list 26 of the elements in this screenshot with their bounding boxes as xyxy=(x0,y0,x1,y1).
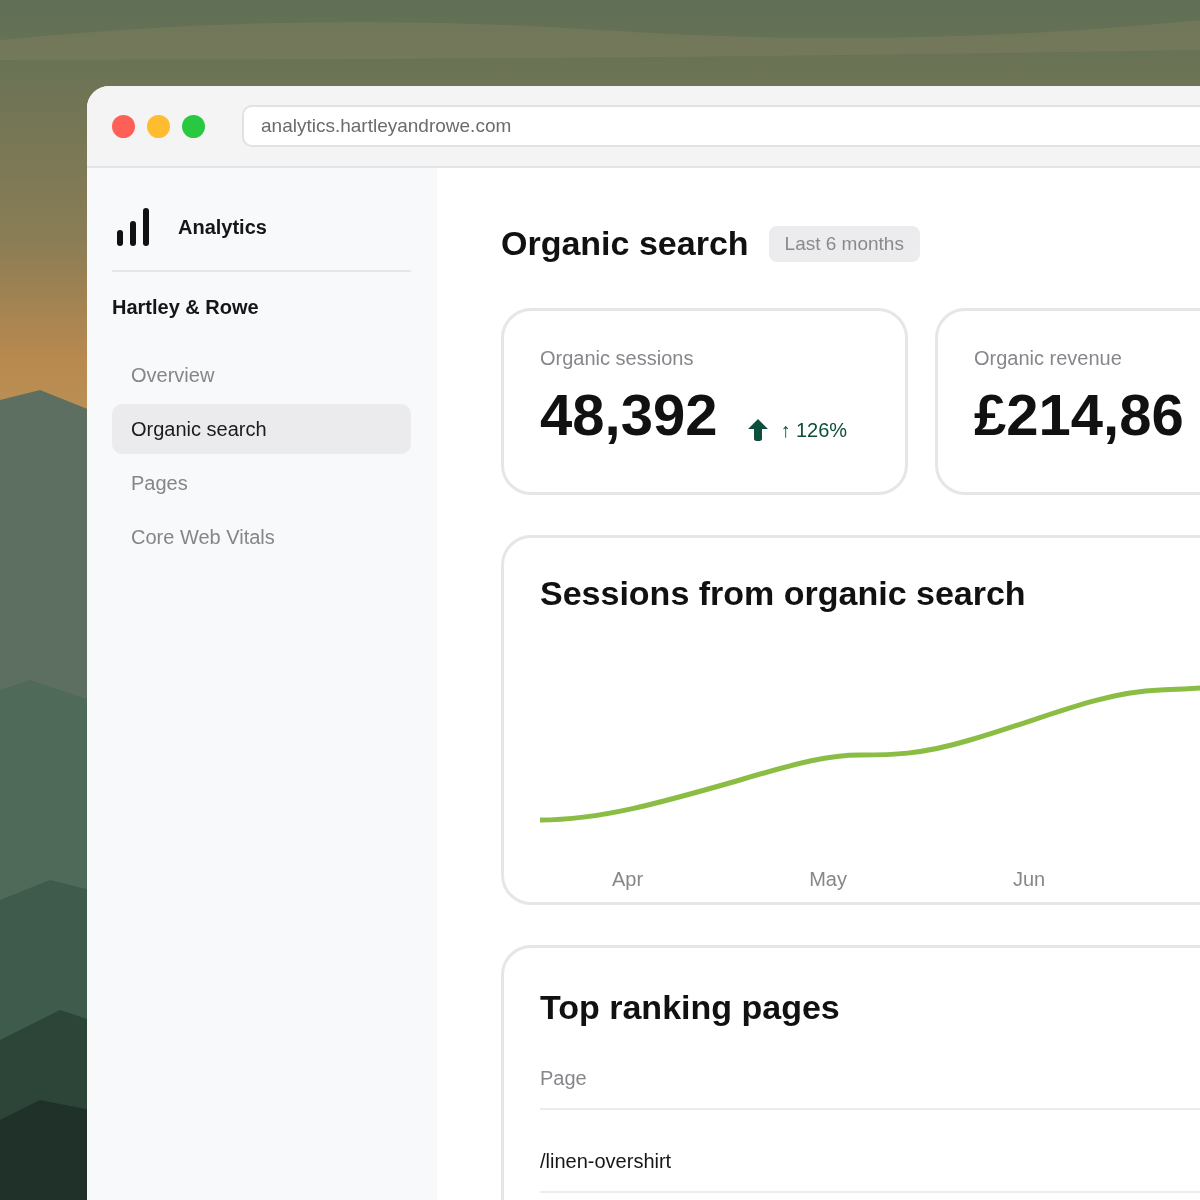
metric-value: 48,392 xyxy=(540,386,718,444)
change-percentage: ↑ 126% xyxy=(780,419,848,442)
metric-label: Organic revenue xyxy=(974,347,1123,370)
address-bar[interactable]: analytics.hartleyandrowe.com xyxy=(242,105,1200,147)
minimize-button[interactable] xyxy=(147,114,170,138)
app-name: Analytics xyxy=(178,215,267,239)
workspace-name: Hartley & Rowe xyxy=(112,296,260,319)
column-header: Page xyxy=(540,1067,587,1089)
chart-title: Sessions from organic search xyxy=(540,574,1027,613)
nav-item[interactable]: Overview xyxy=(112,350,411,400)
nav-item[interactable]: Pages xyxy=(112,458,411,508)
axis-label: Apr xyxy=(612,868,644,891)
axis-label: Jun xyxy=(1012,868,1046,891)
close-button[interactable] xyxy=(112,114,135,138)
table-cell: /linen-overshirt xyxy=(540,1150,672,1172)
up-arrow-icon xyxy=(747,418,770,442)
metric-label: Organic sessions xyxy=(540,347,695,370)
axis-label: May xyxy=(809,868,847,891)
date-range-badge[interactable]: Last 6 months xyxy=(768,225,920,262)
page-title: Organic search xyxy=(501,224,749,263)
maximize-button[interactable] xyxy=(182,114,205,138)
metric-value: £214,86 xyxy=(974,386,1184,444)
nav-item[interactable]: Organic search xyxy=(112,404,411,454)
bar-chart-icon xyxy=(115,206,151,248)
table-title: Top ranking pages xyxy=(540,988,841,1027)
nav-item[interactable]: Core Web Vitals xyxy=(112,512,411,562)
